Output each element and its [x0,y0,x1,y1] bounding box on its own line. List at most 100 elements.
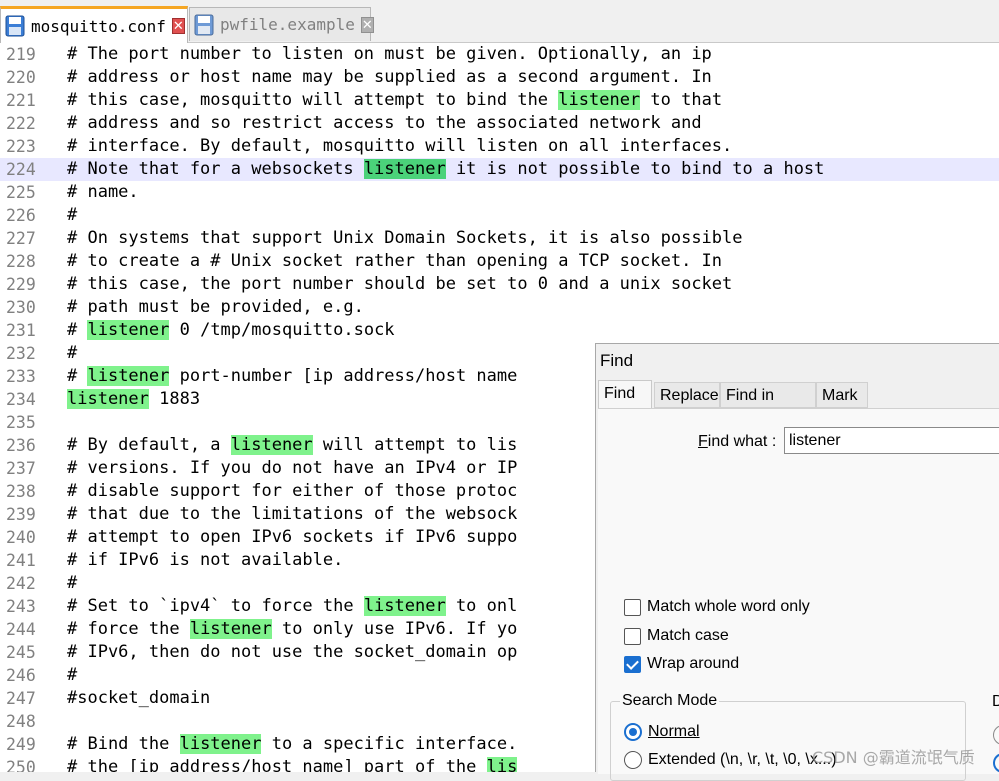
code-line[interactable]: 221 # this case, mosquitto will attempt t… [0,89,999,112]
file-icon [194,14,214,36]
line-number: 241 [6,551,36,570]
code-text: # Note that for a websockets [67,159,364,179]
tab-label: mosquitto.conf [31,16,166,36]
checkbox-box[interactable] [624,627,641,645]
search-match-highlight: listener [558,90,641,110]
line-number: 240 [6,528,36,547]
code-text: will attempt to lis [312,435,518,455]
line-text: # Bind the listener to a specific interf… [67,733,517,756]
radio-button[interactable] [624,751,642,769]
code-text: # disable support for either of those pr… [67,481,518,501]
line-number: 250 [6,758,36,772]
line-number: 222 [6,114,36,133]
search-mode-normal-radio[interactable]: Normal [624,721,700,743]
code-text: # Bind the [67,734,180,754]
checkbox-label: Match case [647,627,729,644]
radio-label: Extended (\n, \r, \t, \0, \x...) [648,751,837,768]
line-text: # [67,572,77,595]
line-text: #socket_domain [67,687,210,710]
code-text: # to create a # Unix socket rather than … [67,251,723,271]
line-number: 228 [6,252,36,271]
checkbox-label: Match whole word only [647,598,810,615]
tab-pwfile-example[interactable]: pwfile.example ✕ [189,7,374,41]
code-text: # address or host name may be supplied a… [67,67,712,87]
code-line[interactable]: 223 # interface. By default, mosquitto wi… [0,135,999,158]
code-text: # this case, mosquitto will attempt to b… [67,90,559,110]
code-line[interactable]: 231 # listener 0 /tmp/mosquitto.sock [0,319,999,342]
line-number: 235 [6,413,36,432]
line-number: 242 [6,574,36,593]
direction-radio-up[interactable] [993,725,999,745]
code-line[interactable]: 227 # On systems that support Unix Domain… [0,227,999,250]
code-line[interactable]: 225 # name. [0,181,999,204]
search-match-highlight: listener [179,734,262,754]
tab-find[interactable]: Find [598,380,652,410]
line-number: 230 [6,298,36,317]
line-text: # address and so restrict access to the … [67,112,702,135]
radio-button[interactable] [624,723,642,741]
checkbox-box[interactable] [624,655,641,673]
line-text: # By default, a listener will attempt to… [67,434,517,457]
line-number: 246 [6,666,36,685]
line-number: 220 [6,68,36,87]
code-text: # The port number to listen on must be g… [67,44,712,64]
code-line[interactable]: 222 # address and so restrict access to t… [0,112,999,135]
code-text: # [67,205,78,225]
code-text: it is not possible to bind to a host [445,159,825,179]
dialog-tabs: Find Replace Find in Files Mark [598,380,998,430]
tab-replace[interactable]: Replace [654,382,720,408]
line-number: 248 [6,712,36,731]
search-match-highlight: listener [87,320,170,340]
code-text: # By default, a [67,435,231,455]
watermark: CSDN @霸道流氓气质 [812,748,975,767]
tab-find-in-files[interactable]: Find in Files [720,382,816,430]
line-number: 234 [6,390,36,409]
tab-label: pwfile.example [220,15,355,34]
code-line[interactable]: 219 # The port number to listen on must b… [0,43,999,66]
code-line[interactable]: 220 # address or host name may be supplie… [0,66,999,89]
line-number: 232 [6,344,36,363]
find-what-label: Find what : [698,433,777,450]
line-text: # path must be provided, e.g. [67,296,364,319]
code-line[interactable]: 228 # to create a # Unix socket rather th… [0,250,999,273]
code-text: # if IPv6 is not available. [67,550,344,570]
search-match-highlight: listener [363,159,446,179]
line-text: # force the listener to only use IPv6. I… [67,618,517,641]
line-number: 231 [6,321,36,340]
line-text: # disable support for either of those pr… [67,480,517,503]
search-mode-extended-radio[interactable]: Extended (\n, \r, \t, \0, \x...) [624,749,837,771]
search-match-highlight: listener [230,435,313,455]
radio-label: Normal [648,723,700,740]
direction-radio-down[interactable] [993,753,999,773]
code-text: to a specific interface. [261,734,518,754]
line-text: # Set to `ipv4` to force the listener to… [67,595,517,618]
code-text: # name. [67,182,139,202]
code-line[interactable]: 230 # path must be provided, e.g. [0,296,999,319]
code-line[interactable]: 224 # Note that for a websockets listener… [0,158,999,181]
code-text: # [67,665,78,685]
line-text: # The port number to listen on must be g… [67,43,712,66]
match-case-checkbox[interactable]: Match case [624,625,729,647]
tab-mark[interactable]: Mark [816,382,868,408]
code-text: # interface. By default, mosquitto will … [67,136,733,156]
close-tab-icon[interactable]: ✕ [171,18,185,34]
code-text: to that [640,90,723,110]
line-text: # that due to the limitations of the web… [67,503,517,526]
checkbox-box[interactable] [624,598,641,616]
line-text: # versions. If you do not have an IPv4 o… [67,457,517,480]
match-whole-word-checkbox[interactable]: Match whole word only [624,596,810,618]
line-text: # name. [67,181,139,204]
line-text: # address or host name may be supplied a… [67,66,712,89]
line-text: # this case, mosquitto will attempt to b… [67,89,722,112]
line-text: # attempt to open IPv6 sockets if IPv6 s… [67,526,517,549]
code-line[interactable]: 226 # [0,204,999,227]
tab-mosquitto-conf[interactable]: mosquitto.conf ✕ [0,6,188,43]
wrap-around-checkbox[interactable]: Wrap around [624,653,739,675]
line-number: 226 [6,206,36,225]
close-tab-icon[interactable]: ✕ [360,16,374,33]
search-match-highlight: listener [87,366,170,386]
line-text: listener 1883 [67,388,200,411]
find-what-input[interactable] [784,427,999,454]
line-number: 219 [6,45,36,64]
code-line[interactable]: 229 # this case, the port number should b… [0,273,999,296]
